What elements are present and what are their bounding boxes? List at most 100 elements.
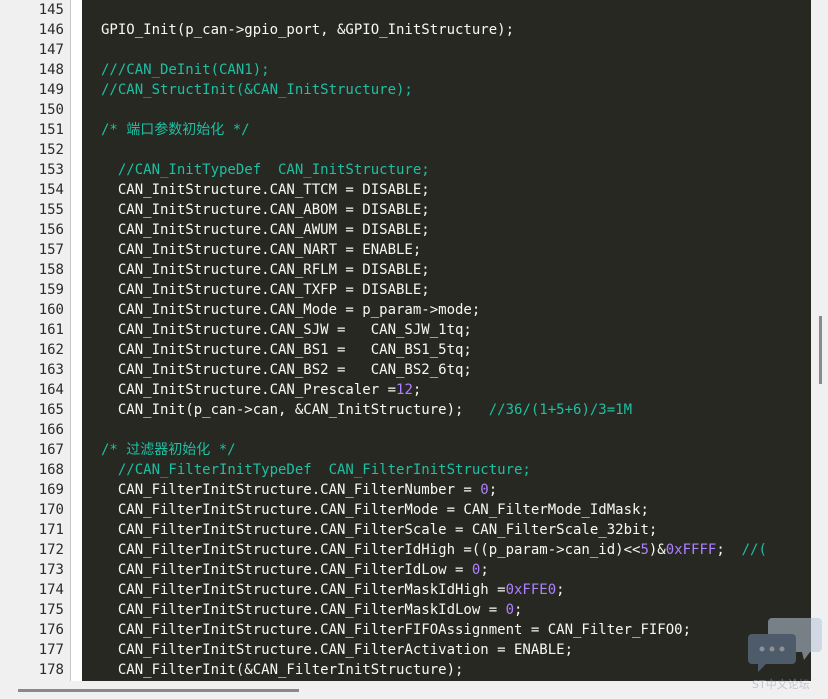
code-number: 5 — [640, 542, 649, 558]
code-line[interactable]: //CAN_FilterInitTypeDef CAN_FilterInitSt… — [101, 460, 531, 480]
code-comment: //CAN_FilterInitTypeDef CAN_FilterInitSt… — [101, 462, 531, 478]
line-number: 149 — [38, 82, 64, 98]
line-number: 170 — [38, 502, 64, 518]
line-number: 156 — [38, 222, 64, 238]
line-number: 177 — [38, 642, 64, 658]
line-number: 165 — [38, 402, 64, 418]
code-line[interactable]: CAN_InitStructure.CAN_SJW = CAN_SJW_1tq; — [101, 320, 472, 340]
code-number: 0xFFE0 — [505, 582, 557, 598]
code-text: CAN_FilterInitStructure.CAN_FilterNumber… — [101, 482, 481, 498]
code-line[interactable]: CAN_InitStructure.CAN_NART = ENABLE; — [101, 240, 421, 260]
code-line[interactable]: CAN_FilterInitStructure.CAN_FilterMaskId… — [101, 580, 565, 600]
code-line[interactable]: CAN_InitStructure.CAN_Mode = p_param->mo… — [101, 300, 480, 320]
code-line[interactable]: //CAN_InitTypeDef CAN_InitStructure; — [101, 160, 430, 180]
code-line[interactable]: CAN_FilterInitStructure.CAN_FilterActiva… — [101, 640, 573, 660]
code-comment: ///CAN_DeInit(CAN1); — [101, 62, 270, 78]
code-text: CAN_InitStructure.CAN_NART = ENABLE; — [101, 242, 422, 258]
line-number: 150 — [38, 102, 64, 118]
line-number: 164 — [38, 382, 64, 398]
line-number: 173 — [38, 562, 64, 578]
line-number: 174 — [38, 582, 64, 598]
code-line[interactable]: CAN_FilterInitStructure.CAN_FilterFIFOAs… — [101, 620, 691, 640]
line-number: 171 — [38, 522, 64, 538]
code-comment: /* 端口参数初始化 */ — [101, 122, 250, 138]
code-text: CAN_InitStructure.CAN_BS1 = CAN_BS1_5tq; — [101, 342, 472, 358]
line-number: 176 — [38, 622, 64, 638]
code-line[interactable]: CAN_InitStructure.CAN_TTCM = DISABLE; — [101, 180, 430, 200]
code-text: CAN_InitStructure.CAN_SJW = CAN_SJW_1tq; — [101, 322, 472, 338]
code-line[interactable]: ///CAN_DeInit(CAN1); — [101, 60, 270, 80]
line-number: 146 — [38, 22, 64, 38]
code-line[interactable]: CAN_FilterInitStructure.CAN_FilterIdHigh… — [101, 540, 767, 560]
vertical-scrollbar[interactable] — [811, 0, 828, 681]
line-number: 178 — [38, 662, 64, 678]
code-line[interactable]: /* 端口参数初始化 */ — [101, 120, 250, 140]
horizontal-scrollbar[interactable] — [0, 681, 828, 699]
code-line[interactable]: CAN_FilterInitStructure.CAN_FilterMaskId… — [101, 600, 523, 620]
line-number: 163 — [38, 362, 64, 378]
code-number: 0 — [480, 482, 489, 498]
code-number: 0 — [505, 602, 515, 618]
line-number: 168 — [38, 462, 64, 478]
code-text: CAN_InitStructure.CAN_AWUM = DISABLE; — [101, 222, 430, 238]
code-number: 12 — [396, 382, 413, 398]
vertical-scroll-thumb[interactable] — [819, 316, 822, 384]
line-number: 152 — [38, 142, 64, 158]
code-line[interactable]: CAN_FilterInitStructure.CAN_FilterNumber… — [101, 480, 497, 500]
code-text: CAN_InitStructure.CAN_Prescaler = — [101, 382, 397, 398]
code-text: CAN_InitStructure.CAN_RFLM = DISABLE; — [101, 262, 430, 278]
code-text: CAN_FilterInit(&CAN_FilterInitStructure)… — [101, 662, 464, 678]
code-text: ; — [480, 562, 489, 578]
code-line[interactable]: CAN_FilterInitStructure.CAN_FilterScale … — [101, 520, 657, 540]
code-text: ; — [412, 382, 422, 398]
code-text: CAN_InitStructure.CAN_TXFP = DISABLE; — [101, 282, 430, 298]
code-line[interactable]: /* 过滤器初始化 */ — [101, 440, 236, 460]
code-line[interactable]: //CAN_StructInit(&CAN_InitStructure); — [101, 80, 413, 100]
line-number-gutter: 145 146 147 148 149 150 151 152 153 154 155 156 157 1… — [0, 0, 70, 681]
code-line[interactable]: CAN_InitStructure.CAN_BS1 = CAN_BS1_5tq; — [101, 340, 472, 360]
code-line[interactable]: CAN_InitStructure.CAN_RFLM = DISABLE; — [101, 260, 430, 280]
code-text: ; — [556, 582, 565, 598]
line-number: 148 — [38, 62, 64, 78]
line-number: 145 — [38, 2, 64, 18]
line-number: 159 — [38, 282, 64, 298]
code-line[interactable]: CAN_InitStructure.CAN_ABOM = DISABLE; — [101, 200, 430, 220]
code-line[interactable]: CAN_InitStructure.CAN_BS2 = CAN_BS2_6tq; — [101, 360, 472, 380]
line-number: 161 — [38, 322, 64, 338]
code-number: 0xFFFF — [665, 542, 717, 558]
line-number: 169 — [38, 482, 64, 498]
code-text: ; — [514, 602, 523, 618]
line-number: 175 — [38, 602, 64, 618]
horizontal-scroll-thumb[interactable] — [18, 689, 299, 692]
code-comment: /* 过滤器初始化 */ — [101, 442, 236, 458]
code-text: CAN_FilterInitStructure.CAN_FilterIdHigh… — [101, 542, 641, 558]
fold-margin[interactable] — [70, 0, 82, 681]
code-line[interactable]: CAN_InitStructure.CAN_Prescaler =12; — [101, 380, 421, 400]
code-line[interactable]: CAN_FilterInitStructure.CAN_FilterMode =… — [101, 500, 649, 520]
code-comment: //( — [741, 542, 767, 558]
code-text: ; — [716, 542, 742, 558]
code-line[interactable]: CAN_FilterInit(&CAN_FilterInitStructure)… — [101, 660, 464, 680]
code-text: ; — [488, 482, 498, 498]
code-line[interactable]: CAN_Init(p_can->can, &CAN_InitStructure)… — [101, 400, 632, 420]
line-number: 158 — [38, 262, 64, 278]
code-line[interactable]: CAN_InitStructure.CAN_TXFP = DISABLE; — [101, 280, 430, 300]
line-number: 154 — [38, 182, 64, 198]
code-comment: //CAN_StructInit(&CAN_InitStructure); — [101, 82, 413, 98]
code-text: CAN_FilterInitStructure.CAN_FilterActiva… — [101, 642, 574, 658]
line-number: 172 — [38, 542, 64, 558]
line-number: 166 — [38, 422, 64, 438]
line-number: 147 — [38, 42, 64, 58]
code-text: )& — [648, 542, 666, 558]
code-line[interactable]: CAN_FilterInitStructure.CAN_FilterIdLow … — [101, 560, 489, 580]
code-text: CAN_FilterInitStructure.CAN_FilterMode =… — [101, 502, 649, 518]
code-text: GPIO_Init(p_can->gpio_port, &GPIO_InitSt… — [101, 22, 515, 38]
code-line[interactable]: GPIO_Init(p_can->gpio_port, &GPIO_InitSt… — [101, 20, 514, 40]
code-line[interactable]: CAN_InitStructure.CAN_AWUM = DISABLE; — [101, 220, 430, 240]
code-editor[interactable]: GPIO_Init(p_can->gpio_port, &GPIO_InitSt… — [82, 0, 811, 681]
code-text: CAN_FilterInitStructure.CAN_FilterMaskId… — [101, 602, 506, 618]
code-text: CAN_InitStructure.CAN_TTCM = DISABLE; — [101, 182, 430, 198]
line-number: 167 — [38, 442, 64, 458]
code-text: CAN_Init(p_can->can, &CAN_InitStructure)… — [101, 402, 489, 418]
code-text: CAN_InitStructure.CAN_ABOM = DISABLE; — [101, 202, 430, 218]
